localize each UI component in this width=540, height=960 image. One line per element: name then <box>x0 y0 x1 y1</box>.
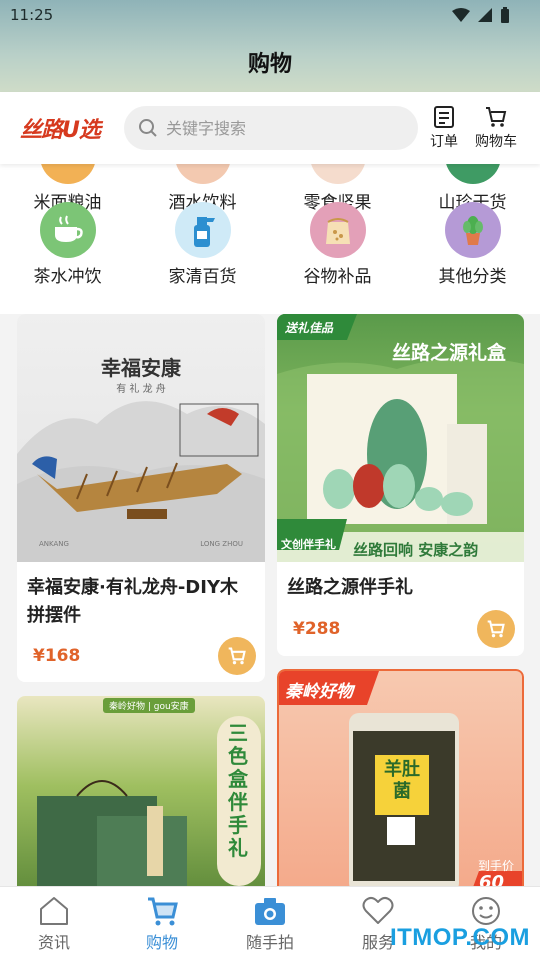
image-heading: 丝路之源礼盒 <box>391 342 506 364</box>
tea-cup-icon <box>39 202 96 258</box>
tab-shopping[interactable]: 购物 <box>108 887 216 960</box>
product-card[interactable]: 幸福安康 有 礼 龙 舟 ANKANG LONG ZHOU 幸福安康·有礼龙舟-… <box>17 314 265 682</box>
status-time: 11:25 <box>10 6 54 24</box>
cart-icon <box>486 107 507 127</box>
orders-icon <box>434 106 454 128</box>
heart-icon <box>362 896 394 924</box>
orders-label: 订单 <box>430 134 458 150</box>
add-to-cart-button[interactable] <box>477 610 515 648</box>
category-tea[interactable]: 茶水冲饮 <box>0 202 135 287</box>
product-price: ¥288 <box>293 619 341 639</box>
header: 11:25 购物 <box>0 0 540 92</box>
watermark: ITMOP.COM <box>389 924 530 951</box>
image-badge: 秦岭好物 <box>285 682 353 702</box>
profile-face-icon <box>472 897 500 925</box>
product-image: 秦岭好物 羊肚菌 到手价 60 <box>277 669 524 896</box>
image-tag: 文创伴手礼 <box>281 538 336 551</box>
image-slogan: 丝路回响 安康之韵 <box>353 541 479 559</box>
search-input[interactable] <box>166 118 386 138</box>
category-household[interactable]: 家清百货 <box>135 202 270 287</box>
wifi-icon <box>452 8 470 22</box>
image-heading: 幸福安康 <box>101 356 181 380</box>
shopping-cart-icon <box>148 897 178 926</box>
news-icon <box>40 897 68 925</box>
camera-icon <box>255 898 285 925</box>
category-grains[interactable]: 谷物补品 <box>270 202 405 287</box>
brand-logo[interactable]: 丝路U选 <box>20 112 110 144</box>
status-bar: 11:25 <box>10 4 510 26</box>
grain-bag-icon <box>309 202 366 258</box>
cart-label: 购物车 <box>475 134 517 150</box>
product-card[interactable]: 送礼佳品 丝路之源礼盒 文创伴手礼 丝路回响 安康之韵 丝路之源伴手礼 ¥288 <box>277 314 524 656</box>
cart-button[interactable]: 购物车 <box>470 105 522 151</box>
search-icon <box>139 119 157 137</box>
cart-icon <box>487 620 505 638</box>
image-badge: 送礼佳品 <box>285 321 334 335</box>
image-caption-right: LONG ZHOU <box>200 540 243 548</box>
tab-snapshot[interactable]: 随手拍 <box>216 887 324 960</box>
image-vertical-text: 三色盒伴手礼 <box>228 721 248 860</box>
page-title: 购物 <box>247 52 292 77</box>
product-card[interactable]: 秦岭好物 | gou安康 三色盒伴手礼 <box>17 696 265 896</box>
search-field[interactable] <box>124 106 418 150</box>
app-screen: 11:25 购物 丝路U选 订单 购物车 <box>0 0 540 960</box>
spray-bottle-icon <box>174 202 231 258</box>
image-label: 羊肚菌 <box>384 759 420 802</box>
drink-icon <box>174 164 231 184</box>
product-image: 送礼佳品 丝路之源礼盒 文创伴手礼 丝路回响 安康之韵 <box>277 314 524 562</box>
grain-icon <box>39 164 96 184</box>
mushroom-icon <box>444 164 501 184</box>
image-banner: 秦岭好物 | gou安康 <box>103 698 195 713</box>
category-grid: 米面粮油 酒水饮料 零食坚果 山珍干货 茶水冲饮 <box>0 164 540 314</box>
potted-plant-icon <box>444 202 501 258</box>
product-card[interactable]: 秦岭好物 羊肚菌 到手价 60 <box>277 669 524 896</box>
tab-news[interactable]: 资讯 <box>0 887 108 960</box>
orders-button[interactable]: 订单 <box>418 105 470 151</box>
image-subheading: 有 礼 龙 舟 <box>116 384 166 395</box>
search-bar: 丝路U选 订单 购物车 <box>0 92 540 164</box>
add-to-cart-button[interactable] <box>218 637 256 675</box>
signal-icon <box>478 8 492 22</box>
product-title: 丝路之源伴手礼 <box>287 577 413 598</box>
cart-icon <box>228 647 246 665</box>
snack-icon <box>309 164 366 184</box>
battery-icon <box>501 7 509 23</box>
product-title: 幸福安康·有礼龙舟-DIY木拼摆件 <box>27 577 238 626</box>
product-image: 幸福安康 有 礼 龙 舟 ANKANG LONG ZHOU <box>17 314 265 562</box>
category-others[interactable]: 其他分类 <box>405 202 540 287</box>
product-image: 秦岭好物 | gou安康 三色盒伴手礼 <box>17 696 265 896</box>
image-caption-left: ANKANG <box>39 540 69 548</box>
product-price: ¥168 <box>33 646 81 666</box>
